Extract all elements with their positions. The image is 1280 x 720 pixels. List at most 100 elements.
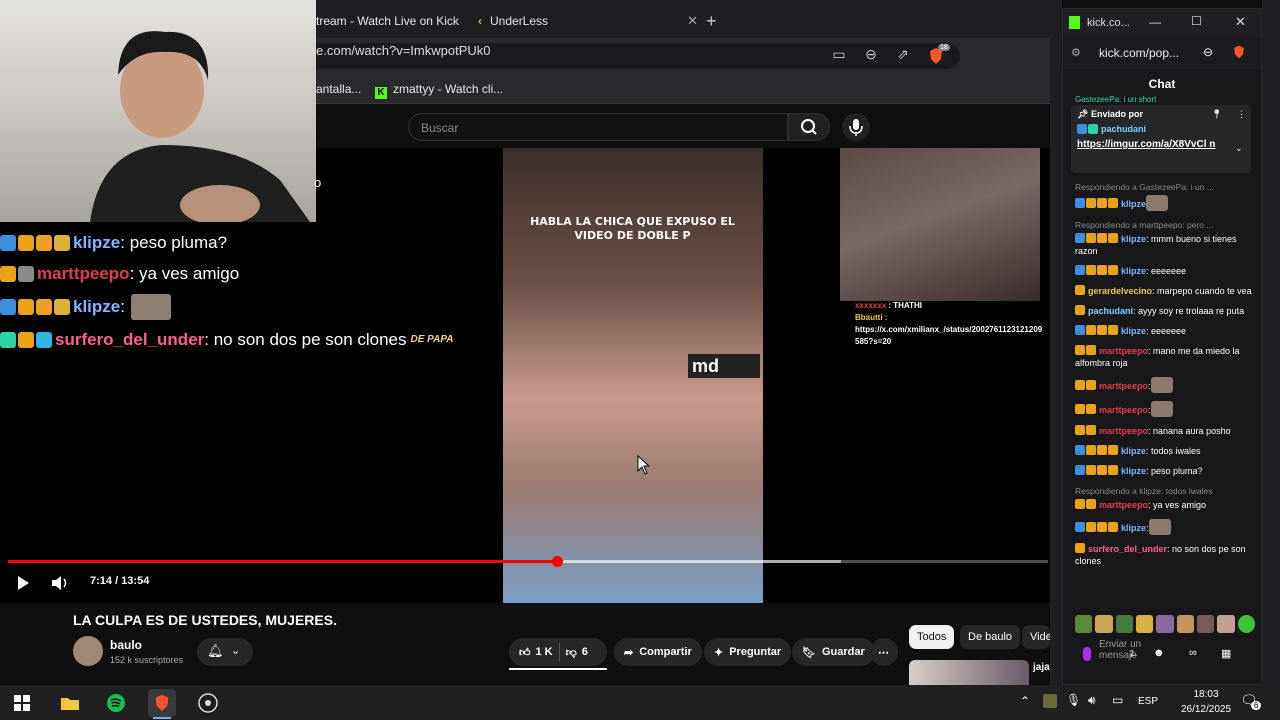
search-input[interactable]: Buscar (408, 113, 788, 141)
tab-underless[interactable]: ‹ UnderLess ✕ (470, 6, 698, 36)
close-icon[interactable]: ✕ (1235, 14, 1246, 30)
reply-context[interactable]: Respondiendo a marttpeepo: pero ... (1075, 219, 1257, 231)
voice-search-button[interactable] (842, 113, 870, 141)
notification-bell-button[interactable]: 🔔︎ ⌄ (197, 638, 253, 666)
bookmark-item[interactable]: antalla... (316, 82, 361, 96)
link-icon[interactable]: ∞ (1189, 647, 1197, 659)
chat-message-text: : eeeeeee (1146, 266, 1187, 276)
more-actions-button[interactable]: ⋯ (870, 638, 898, 666)
kick-chat-message: klipze: mmm bueno si tienes razon (1075, 233, 1257, 257)
kick-chat-message: marttpeepo: ya ves amigo (1075, 499, 1257, 511)
cast-icon[interactable]: ▭ (829, 46, 849, 66)
zoom-icon[interactable]: ⊖ (861, 46, 881, 66)
gift-icon[interactable]: ▦ (1221, 647, 1231, 660)
clock[interactable]: 18:03 26/12/2025 (1178, 687, 1234, 717)
chat-username[interactable]: klipze (1121, 326, 1146, 336)
chat-username[interactable]: klipze (1121, 446, 1146, 456)
mic-icon[interactable] (1083, 647, 1091, 661)
bookmark-item-zmattyy[interactable]: Kzmattyy - Watch cli... (375, 82, 503, 99)
clock-date: 26/12/2025 (1180, 704, 1232, 715)
chat-username[interactable]: pachudani (1088, 306, 1133, 316)
badge-icon (1075, 380, 1085, 390)
folder-icon (61, 698, 79, 710)
chat-username[interactable]: klipze (1121, 234, 1146, 244)
save-button[interactable]: 🔖︎ Guardar (792, 638, 875, 666)
volume-button[interactable] (50, 574, 70, 592)
tray-app-icon[interactable] (1043, 694, 1057, 708)
chat-username[interactable]: marttpeepo (1099, 426, 1148, 436)
obs-button[interactable] (194, 689, 222, 717)
progress-scrubber[interactable] (551, 556, 563, 567)
chat-username[interactable]: marttpeepo (1099, 381, 1148, 391)
reply-context[interactable]: Respondiendo a klipze: todos iwales (1075, 485, 1257, 497)
channel-avatar[interactable] (73, 636, 103, 666)
zoom-icon[interactable]: ⊖ (1203, 45, 1213, 59)
emote-icon[interactable] (1176, 615, 1194, 633)
volume-tray-icon[interactable]: 🔊︎ (1088, 693, 1096, 708)
badge-icon (1086, 445, 1096, 455)
like-underline (509, 668, 607, 670)
chat-username[interactable]: klipze (1121, 523, 1146, 533)
mic-tray-icon[interactable]: 🎙︎ (1066, 693, 1081, 707)
share-button[interactable]: ➦ Compartir (614, 638, 702, 666)
chevron-up-icon[interactable]: ⌃ (1020, 694, 1030, 708)
start-button[interactable] (8, 689, 36, 717)
more-vertical-icon[interactable]: ⋮ (1237, 109, 1246, 120)
reply-context[interactable]: Respondiendo a GastezeePa: i un ... (1075, 181, 1257, 193)
chat-username[interactable]: marttpeepo (1099, 500, 1148, 510)
chip-videos[interactable]: Vide (1022, 625, 1050, 649)
url-text[interactable]: e.com/watch?v=ImkwpotPUk0 (316, 43, 490, 58)
emote-icon[interactable] (1156, 615, 1174, 633)
chat-username[interactable]: gerardelvecino (1088, 286, 1152, 296)
dislike-button[interactable]: 👎︎ 6 (566, 646, 588, 659)
recommended-title[interactable]: jaja (1033, 662, 1050, 673)
badge-icon (1075, 265, 1085, 275)
brave-taskbar-button[interactable] (148, 689, 176, 717)
ask-button[interactable]: ✦ Preguntar (704, 638, 792, 666)
like-button[interactable]: 👍︎ 1 K (519, 646, 553, 659)
minimize-icon[interactable]: — (1149, 15, 1161, 29)
badge-icon (18, 266, 34, 282)
close-icon[interactable]: ✕ (687, 13, 698, 29)
search-button[interactable] (788, 113, 830, 141)
chat-username[interactable]: marttpeepo (1099, 346, 1148, 356)
play-button[interactable] (14, 574, 32, 592)
video-logo: md (688, 354, 760, 378)
chat-username[interactable]: surfero_del_under (1088, 544, 1167, 554)
pinned-link[interactable]: https://imgur.com/a/X8VvCl n (1077, 138, 1233, 152)
maximize-icon[interactable]: ☐ (1191, 14, 1202, 28)
chip-all[interactable]: Todos (909, 625, 955, 649)
channel-name[interactable]: baulo (110, 638, 142, 652)
emote-icon[interactable] (1196, 615, 1215, 633)
spotify-button[interactable] (102, 689, 130, 717)
chat-username[interactable]: klipze (1121, 199, 1146, 209)
network-icon[interactable]: ▭ (1112, 693, 1123, 707)
seven-tv-icon[interactable]: 7̶ (1129, 649, 1134, 659)
recommended-thumbnail[interactable] (909, 660, 1029, 685)
file-explorer-button[interactable] (56, 689, 84, 717)
tab-kick-stream[interactable]: tream - Watch Live on Kick (316, 6, 466, 36)
like-dislike-group: 👍︎ 1 K 👎︎ 6 (509, 638, 607, 666)
chat-username[interactable]: marttpeepo (1099, 405, 1148, 415)
emoji-icon[interactable]: ☻ (1153, 647, 1165, 659)
emote-icon[interactable] (1135, 615, 1154, 633)
kick-url-text[interactable]: kick.com/pop... (1099, 46, 1179, 60)
new-tab-button[interactable]: + (706, 6, 722, 36)
emote-icon[interactable] (1115, 615, 1133, 633)
emote-icon[interactable] (1095, 615, 1113, 633)
badge-icon (1075, 404, 1085, 414)
emote-icon[interactable] (1217, 615, 1235, 633)
emote-icon[interactable] (1237, 615, 1255, 633)
language-indicator[interactable]: ESP (1138, 696, 1158, 707)
webcam-partial-text: o (314, 175, 322, 190)
chip-from-channel[interactable]: De baulo (960, 625, 1021, 649)
brave-shield-icon[interactable] (1231, 43, 1247, 61)
badge-icon (0, 299, 16, 315)
chat-username[interactable]: klipze (1121, 466, 1146, 476)
site-settings-icon[interactable]: ⚙︎ (1071, 46, 1081, 59)
pin-icon[interactable]: 📍︎ (1211, 109, 1222, 120)
emote-icon[interactable] (1075, 615, 1093, 633)
share-icon[interactable]: ⇗ (893, 46, 913, 66)
chevron-down-icon[interactable]: ⌄ (1235, 143, 1243, 154)
chat-username[interactable]: klipze (1121, 266, 1146, 276)
